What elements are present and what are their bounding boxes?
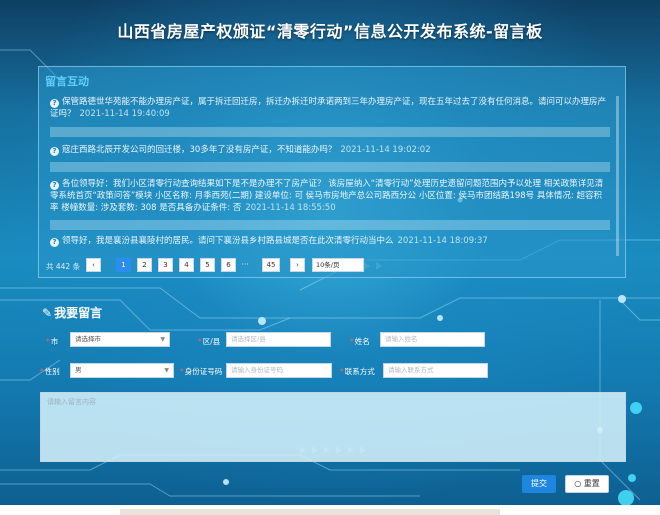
name-input[interactable]: 请输入姓名	[380, 332, 485, 347]
question-icon: ?	[50, 238, 59, 247]
total-count: 共 442 条	[46, 262, 81, 271]
refresh-icon: ○	[574, 479, 582, 488]
message-list: ? 保管路德世华苑能不能办理房产证，属于拆迁回迁房，拆迁办拆迁时承诺两到三年办理房…	[50, 96, 610, 311]
reply-bar	[50, 162, 610, 172]
question-icon: ?	[50, 99, 59, 108]
page-title: 山西省房屋产权颁证“清零行动”信息公开发布系统-留言板	[117, 22, 543, 41]
bottom-strip	[0, 505, 660, 515]
page-button-5[interactable]: 5	[200, 258, 215, 272]
city-label: *市	[46, 336, 58, 347]
gender-label: *性别	[40, 366, 60, 377]
page-button-last[interactable]: 45	[262, 258, 280, 272]
message-text: 领导好，我是襄汾县襄陵村的居民。请问下襄汾县乡村路县城是否在此次清零行动当中么	[62, 236, 394, 246]
reply-bar	[50, 127, 610, 137]
name-label-text: 姓名	[354, 337, 370, 346]
message-item[interactable]: ? 领导好，我是襄汾县襄陵村的居民。请问下襄汾县乡村路县城是否在此次清零行动当中么…	[50, 235, 610, 247]
name-label: *姓名	[350, 336, 370, 347]
id-number-label: *身份证号码	[180, 366, 222, 377]
required-mark: *	[180, 367, 184, 376]
message-time: 2021-11-14 18:09:37	[397, 236, 488, 246]
message-scrollbar[interactable]	[616, 96, 619, 256]
page-button-6[interactable]: 6	[221, 258, 236, 272]
question-icon: ?	[50, 147, 59, 156]
message-textarea[interactable]: 请输入留言内容	[40, 392, 626, 462]
message-item[interactable]: ? 寇庄西路北辰开发公司的回迁楼，30多年了没有房产证，不知道能办吗？ 2021-1…	[50, 144, 610, 156]
required-mark: *	[40, 367, 44, 376]
panel-title: 留言互动	[45, 75, 89, 88]
pen-icon: ✎	[42, 306, 53, 320]
page-ellipsis: ···	[241, 260, 249, 269]
chevron-down-icon: ▼	[160, 336, 165, 343]
city-label-text: 市	[50, 337, 59, 346]
form-title: ✎ 我要留言	[42, 304, 102, 321]
next-page-button[interactable]: ›	[290, 258, 305, 272]
contact-input[interactable]: 请输入联系方式	[383, 363, 488, 378]
message-time: 2021-11-14 19:02:02	[340, 145, 431, 155]
message-item[interactable]: ? 保管路德世华苑能不能办理房产证，属于拆迁回迁房，拆迁办拆迁时承诺两到三年办理房…	[50, 96, 610, 120]
required-mark: *	[198, 337, 202, 346]
page-button-1[interactable]: 1	[116, 258, 131, 272]
page-button-4[interactable]: 4	[179, 258, 194, 272]
district-label-text: 区/县	[202, 337, 221, 346]
chevron-down-icon: ▼	[164, 367, 169, 374]
page: 山西省房屋产权颁证“清零行动”信息公开发布系统-留言板 留言互动 ? 保管路德世华…	[0, 0, 660, 515]
form-title-label: 我要留言	[54, 306, 103, 320]
gender-label-text: 性别	[44, 367, 60, 376]
reset-button-label: 重置	[583, 479, 600, 488]
contact-label-text: 联系方式	[344, 367, 375, 376]
prev-page-button[interactable]: ‹	[86, 258, 101, 272]
id-number-label-text: 身份证号码	[184, 367, 223, 376]
required-mark: *	[350, 337, 354, 346]
divider	[120, 509, 500, 515]
required-mark: *	[46, 337, 50, 346]
message-text: 寇庄西路北辰开发公司的回迁楼，30多年了没有房产证，不知道能办吗？	[62, 145, 337, 155]
city-select-value: 请选择市	[75, 335, 101, 343]
page-button-2[interactable]: 2	[137, 258, 152, 272]
city-select[interactable]: 请选择市 ▼	[70, 332, 170, 347]
question-icon: ?	[50, 181, 59, 190]
gender-select[interactable]: 男 ▼	[70, 363, 174, 378]
page-button-3[interactable]: 3	[158, 258, 173, 272]
message-item[interactable]: ? 各位领导好：我们小区清零行动查询结果如下是不是办理不了房产证？ 该房屋纳入“清…	[50, 178, 610, 214]
district-label: *区/县	[198, 336, 220, 347]
reply-bar	[50, 220, 610, 230]
submit-button[interactable]: 提交	[522, 475, 556, 493]
required-mark: *	[340, 367, 344, 376]
contact-label: *联系方式	[340, 366, 375, 377]
reset-button[interactable]: ○ 重置	[565, 475, 609, 493]
id-number-input[interactable]: 请输入身份证号码	[226, 363, 332, 378]
message-time: 2021-11-14 19:40:09	[79, 109, 170, 119]
message-time: 2021-11-14 18:55:50	[245, 203, 336, 213]
district-select[interactable]: 请选择区/县	[226, 332, 331, 347]
gender-select-value: 男	[75, 366, 82, 374]
page-size-select[interactable]: 10条/页	[312, 258, 364, 272]
